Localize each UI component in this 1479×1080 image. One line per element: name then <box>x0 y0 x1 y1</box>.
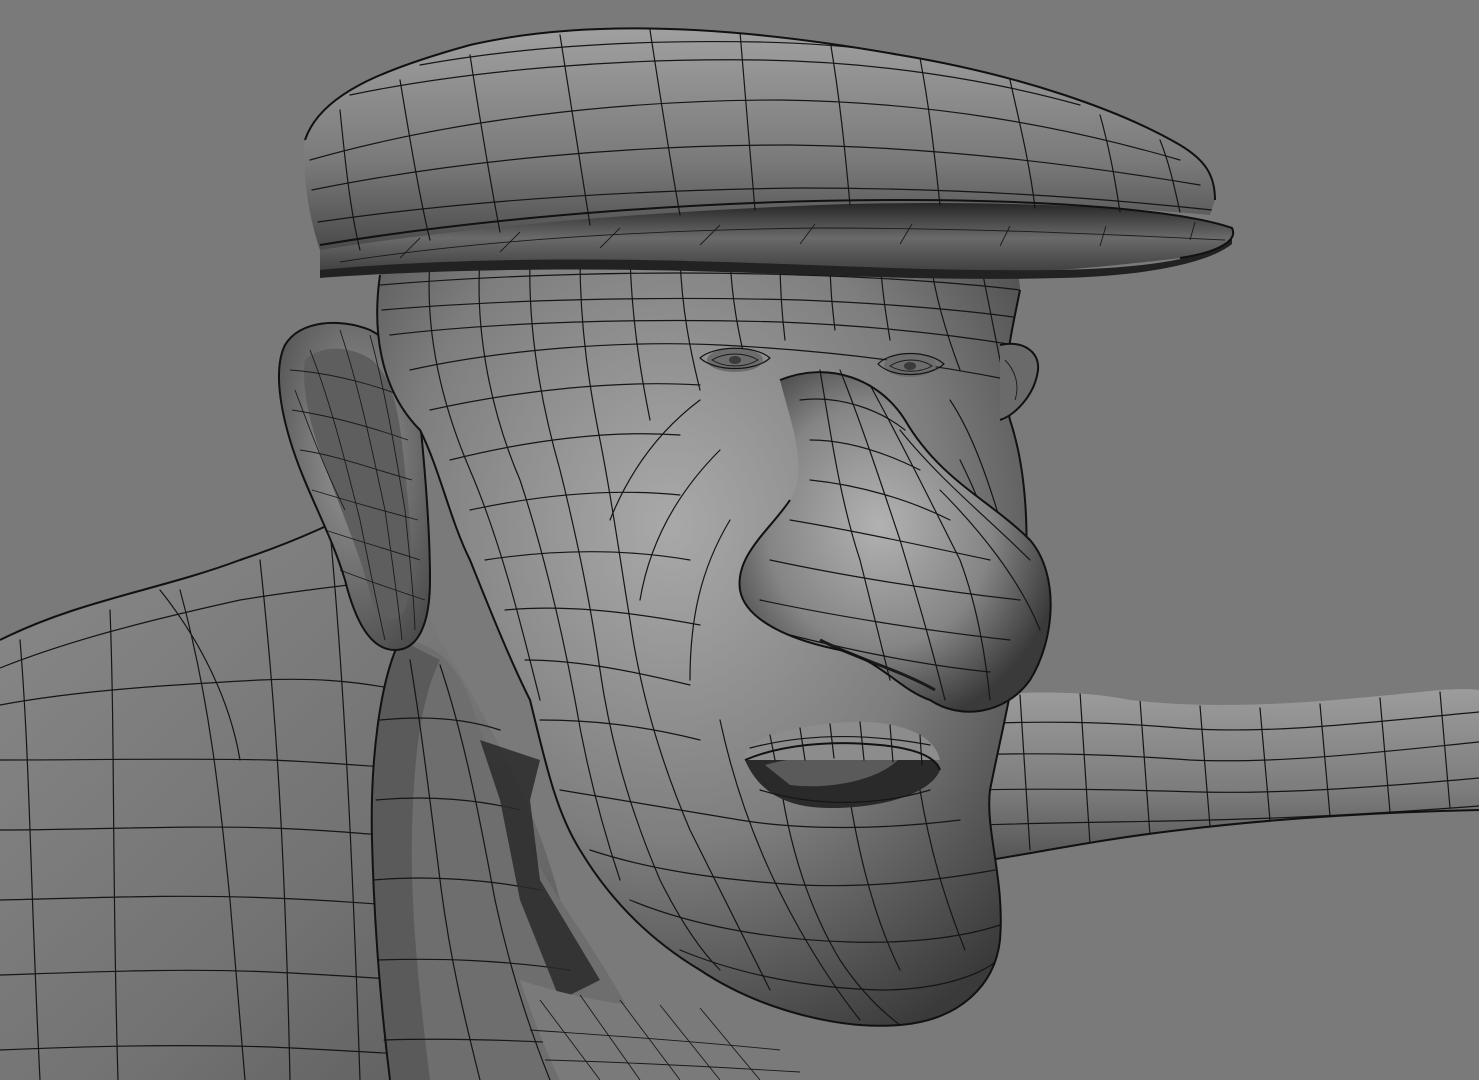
scene-canvas[interactable] <box>0 0 1479 1080</box>
3d-viewport[interactable] <box>0 0 1479 1080</box>
